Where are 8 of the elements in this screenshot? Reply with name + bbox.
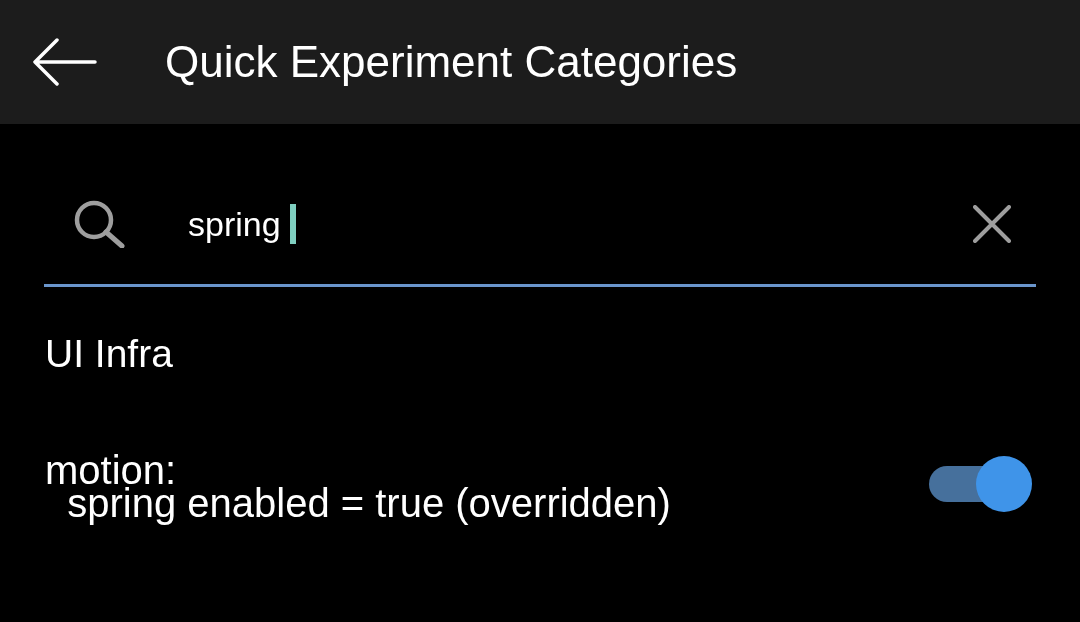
search-icon: [73, 200, 125, 248]
category-header: UI Infra: [45, 334, 173, 374]
toggle-switch[interactable]: [929, 456, 1032, 512]
close-icon[interactable]: [973, 205, 1011, 243]
back-arrow-icon[interactable]: [33, 38, 97, 86]
setting-label: motion: spring enabled = true (overridden): [45, 447, 672, 527]
search-input[interactable]: spring: [188, 203, 281, 245]
screen-title: Quick Experiment Categories: [165, 36, 738, 88]
